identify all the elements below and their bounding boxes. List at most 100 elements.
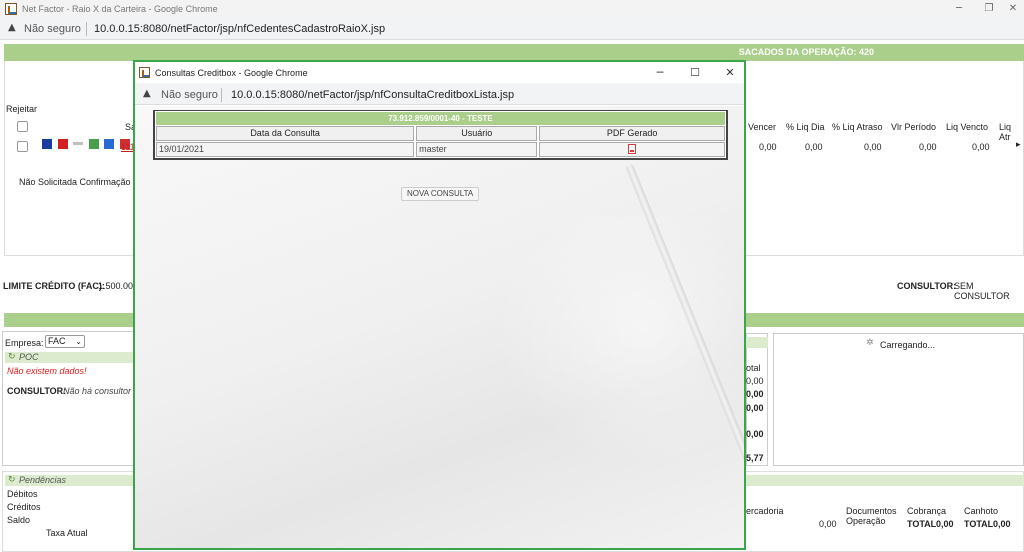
minimize-icon[interactable]: ─ bbox=[944, 2, 974, 16]
popup-address-bar[interactable]: ▲ Não seguro 10.0.0.15:8080/netFactor/js… bbox=[135, 83, 744, 105]
taxa-atual-label: Taxa Atual bbox=[46, 528, 88, 538]
pendencias-label: Pendências bbox=[19, 475, 67, 485]
cell-data-consulta: 19/01/2021 bbox=[156, 142, 415, 157]
poc-header: ↻ POC bbox=[5, 352, 135, 363]
popup-close-icon[interactable]: ✕ bbox=[718, 65, 742, 81]
close-icon[interactable]: ✕ bbox=[998, 2, 1024, 16]
creditbox-popup-window[interactable]: Consultas Creditbox - Google Chrome ─ ☐ … bbox=[133, 60, 746, 550]
val-liq-atraso: 0,00 bbox=[864, 142, 882, 152]
col-vencer: Vencer bbox=[748, 122, 777, 132]
cobranca-label: Cobrança bbox=[907, 506, 947, 516]
reject-all-checkbox[interactable] bbox=[17, 121, 28, 132]
canhoto-label: Canhoto bbox=[964, 506, 999, 516]
header-usuario: Usuário bbox=[416, 126, 538, 141]
pendencias-header: ↻ Pendências bbox=[5, 475, 133, 486]
warning-icon[interactable]: ▲ bbox=[8, 22, 16, 33]
popup-url-text[interactable]: 10.0.0.15:8080/netFactor/jsp/nfConsultaC… bbox=[231, 89, 514, 101]
refresh-icon-2[interactable]: ↻ bbox=[8, 475, 16, 486]
window-title: Net Factor - Raio X da Carteira - Google… bbox=[22, 4, 218, 14]
empresa-select-value: FAC bbox=[48, 336, 66, 346]
consultor2-value: Não há consultor bbox=[63, 386, 132, 396]
table-row: 19/01/2021 master bbox=[156, 142, 725, 157]
consultor2-label: CONSULTOR: bbox=[7, 386, 67, 396]
val-vencer: 0,00 bbox=[759, 142, 777, 152]
val-liq-dia: 0,00 bbox=[805, 142, 823, 152]
total-val-4: 0,00 bbox=[746, 429, 764, 439]
total-val-2: 0,00 bbox=[746, 389, 764, 399]
chevron-down-icon: ⌄ bbox=[75, 337, 82, 346]
carregando-text: Carregando... bbox=[880, 340, 936, 350]
no-data-message: Não existem dados! bbox=[7, 366, 87, 376]
empresa-select[interactable]: FAC ⌄ bbox=[45, 335, 85, 348]
sacados-header-bar: SACADOS DA OPERAÇÃO: 420 bbox=[4, 44, 1024, 61]
consultas-table: 73.912.859/0001-40 - TESTE Data da Consu… bbox=[153, 110, 728, 160]
creditos-label: Créditos bbox=[7, 502, 41, 512]
right-green-subheader bbox=[746, 475, 1024, 486]
sacados-header-text: SACADOS DA OPERAÇÃO: 420 bbox=[738, 47, 874, 57]
pdf-icon[interactable] bbox=[628, 144, 637, 154]
col-liq-atr: Liq Atr bbox=[999, 122, 1012, 142]
eq-icon[interactable] bbox=[57, 138, 68, 149]
netfactor-app-icon bbox=[5, 3, 17, 15]
mercadoria-value: 0,00 bbox=[819, 519, 837, 529]
total-label: otal bbox=[746, 363, 761, 373]
consultor-value: SEM CONSULTOR bbox=[954, 281, 1010, 301]
browser-title-bar: Net Factor - Raio X da Carteira - Google… bbox=[0, 0, 1024, 18]
debitos-label: Débitos bbox=[7, 489, 38, 499]
cobranca-total-label: TOTAL bbox=[907, 519, 937, 529]
empresa-label: Empresa: bbox=[5, 338, 44, 348]
popup-address-divider bbox=[221, 88, 222, 102]
reject-row-checkbox[interactable] bbox=[17, 141, 28, 152]
col-liq-vencto: Liq Vencto bbox=[946, 122, 989, 132]
nova-consulta-button[interactable]: NOVA CONSULTA bbox=[401, 187, 480, 201]
nao-solicitada-label: Não Solicitada Confirmação bbox=[19, 177, 131, 187]
popup-app-icon bbox=[139, 67, 150, 78]
operacao-label: Operação bbox=[846, 516, 886, 526]
carregando-panel bbox=[773, 333, 1024, 466]
loading-spinner-icon: ✲ bbox=[866, 338, 874, 348]
popup-title-bar[interactable]: Consultas Creditbox - Google Chrome ─ ☐ … bbox=[135, 62, 744, 83]
background-hand-image bbox=[495, 216, 744, 466]
popup-warning-icon[interactable]: ▲ bbox=[143, 88, 151, 99]
totals-panel bbox=[746, 333, 768, 466]
address-bar[interactable]: ▲ Não seguro 10.0.0.15:8080/netFactor/js… bbox=[0, 18, 1024, 40]
limite-credito-label: LIMITE CRÉDITO (FAC): bbox=[3, 281, 105, 291]
canhoto-total-label: TOTAL bbox=[964, 519, 994, 529]
cobranca-total-value: 0,00 bbox=[936, 519, 954, 529]
sheet-icon[interactable] bbox=[88, 138, 99, 149]
cell-pdf bbox=[539, 142, 725, 157]
poc-label: POC bbox=[19, 352, 39, 362]
popup-not-secure-label[interactable]: Não seguro bbox=[161, 89, 218, 101]
totals-subheader bbox=[746, 337, 768, 348]
val-liq-vencto: 0,00 bbox=[972, 142, 990, 152]
consultor-label: CONSULTOR: bbox=[897, 281, 957, 291]
rejeitar-label: Rejeitar bbox=[6, 104, 38, 114]
refresh-icon[interactable]: ↻ bbox=[8, 352, 16, 363]
serasa-icon[interactable] bbox=[42, 138, 52, 149]
saldo-label: Saldo bbox=[7, 515, 31, 525]
header-pdf-gerado: PDF Gerado bbox=[539, 126, 725, 141]
total-val-5: 5,77 bbox=[746, 453, 764, 463]
cell-usuario: master bbox=[416, 142, 538, 157]
expand-icon[interactable]: ▸ bbox=[1016, 140, 1021, 150]
globe-icon[interactable] bbox=[104, 138, 115, 149]
popup-window-title: Consultas Creditbox - Google Chrome bbox=[155, 68, 308, 78]
dash-icon[interactable] bbox=[73, 142, 84, 146]
total-val-1: 0,00 bbox=[746, 376, 764, 386]
val-vlr-periodo: 0,00 bbox=[919, 142, 937, 152]
popup-maximize-icon[interactable]: ☐ bbox=[683, 65, 707, 81]
header-data-consulta: Data da Consulta bbox=[156, 126, 415, 141]
not-secure-label[interactable]: Não seguro bbox=[24, 23, 81, 35]
table-header-row: Data da Consulta Usuário PDF Gerado bbox=[156, 126, 725, 141]
total-val-3: 0,00 bbox=[746, 403, 764, 413]
popup-content: 73.912.859/0001-40 - TESTE Data da Consu… bbox=[135, 106, 744, 548]
col-liq-atraso: % Liq Atraso bbox=[832, 122, 883, 132]
documentos-label: Documentos bbox=[846, 506, 897, 516]
address-divider bbox=[86, 22, 87, 36]
canhoto-total-value: 0,00 bbox=[993, 519, 1011, 529]
table-title: 73.912.859/0001-40 - TESTE bbox=[156, 112, 725, 125]
col-liq-dia: % Liq Dia bbox=[786, 122, 825, 132]
url-text[interactable]: 10.0.0.15:8080/netFactor/jsp/nfCedentesC… bbox=[94, 23, 385, 35]
mercadoria-label: ercadoria bbox=[746, 506, 784, 516]
popup-minimize-icon[interactable]: ─ bbox=[648, 65, 672, 81]
